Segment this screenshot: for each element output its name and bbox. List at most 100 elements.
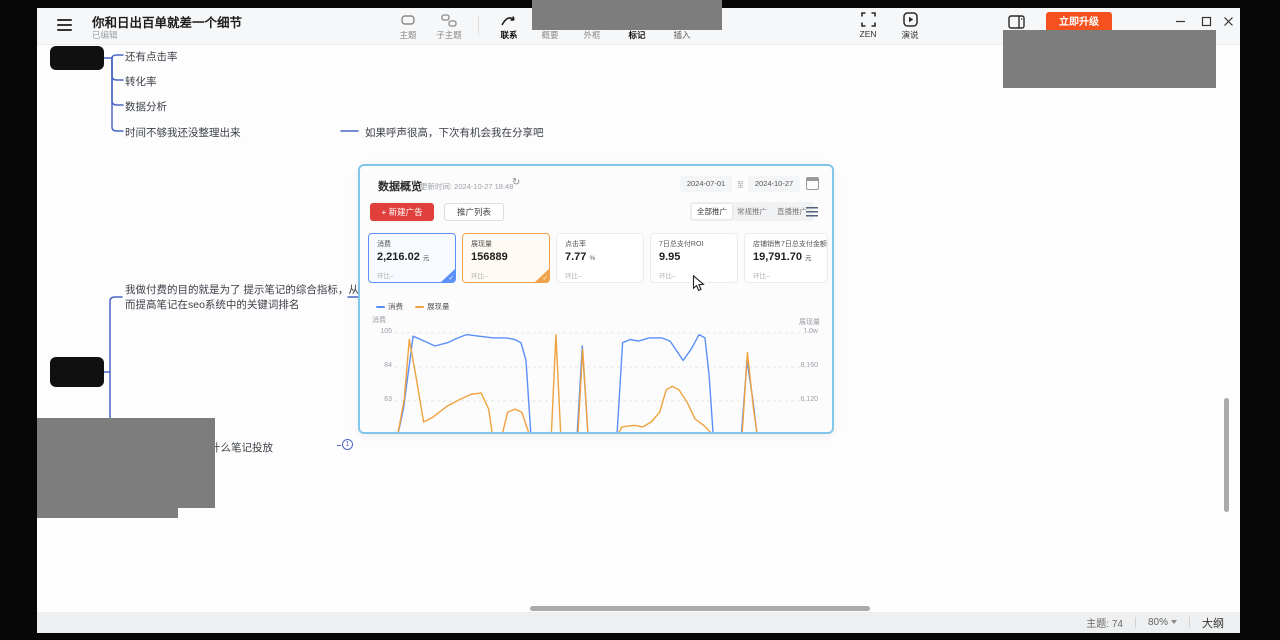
redaction-box: [532, 0, 722, 30]
app-window: 你和日出百单就差一个细节 已编辑 主题 子主题 联系 概要: [37, 8, 1240, 633]
statusbar: 主题: 74 80% 大纲: [37, 612, 1240, 633]
tool-summary-label: 概要: [528, 29, 572, 41]
date-from-field: 2024-07-01: [680, 176, 732, 192]
calendar-icon: [806, 177, 819, 190]
metric-value: 2,216.02 元: [377, 251, 429, 263]
mindmap-node-note-placement[interactable]: 什么笔记投放: [210, 440, 273, 455]
date-to-field: 2024-10-27: [748, 176, 800, 192]
metric-compare: 环比--: [753, 270, 770, 280]
y-tick: 84: [364, 362, 392, 369]
metric-label: 店铺销售7日总支付金额: [753, 239, 827, 249]
metric-label: 消费: [377, 239, 391, 249]
topic-icon: [386, 11, 430, 28]
y-tick-right: 6,120: [782, 396, 818, 403]
subtopic-icon: [427, 11, 471, 28]
mindmap-node-click-rate[interactable]: 还有点击率: [125, 49, 178, 64]
zen-icon: [846, 11, 890, 28]
legend-swatch-impressions: [415, 306, 424, 308]
refresh-icon: ↻: [512, 177, 520, 188]
metric-label: 7日总支付ROI: [659, 239, 703, 249]
mindmap-node-conversion-rate[interactable]: 转化率: [125, 74, 157, 89]
tool-marker-label: 标记: [615, 29, 659, 41]
metric-card-roi: 7日总支付ROI 9.95 环比-- ✓: [650, 233, 738, 283]
check-icon: ✓: [543, 274, 548, 282]
metric-label: 点击率: [565, 239, 586, 249]
chart-legend: 消费 展现量: [376, 301, 450, 312]
statusbar-divider: [1189, 617, 1190, 628]
metric-card-store-pay-amount: 店铺销售7日总支付金额 19,791.70 元 环比-- ✓: [744, 233, 828, 283]
metric-compare: 环比--: [471, 270, 488, 280]
panel-toggle-button[interactable]: [994, 13, 1038, 30]
chevron-down-icon: [1171, 620, 1177, 624]
metric-label: 展现量: [471, 239, 492, 249]
metric-value: 7.77 %: [565, 251, 595, 263]
tool-relation-button[interactable]: 联系: [487, 11, 531, 41]
zen-mode-button[interactable]: ZEN: [846, 11, 890, 39]
metric-compare: 环比--: [659, 270, 676, 280]
mindmap-node-not-enough-time[interactable]: 时间不够我还没整理出来: [125, 125, 241, 140]
metric-compare: 环比--: [377, 270, 394, 280]
right-axis-label: 展现量: [786, 317, 820, 327]
mindmap-node-share-note[interactable]: 如果呼声很高，下次有机会我在分享吧: [365, 125, 544, 140]
tool-boundary-label: 外框: [570, 29, 614, 41]
close-button[interactable]: [1215, 11, 1240, 31]
tool-topic-label: 主题: [386, 29, 430, 41]
mindmap-canvas[interactable]: 还有点击率 转化率 数据分析 时间不够我还没整理出来 如果呼声很高，下次有机会我…: [37, 45, 1240, 612]
badge-connector: [337, 445, 341, 446]
topic-count: 主题: 74: [1086, 615, 1123, 630]
redacted-topic-node[interactable]: [50, 357, 104, 387]
legend-swatch-spend: [376, 306, 385, 308]
metric-card-impressions: 展现量 156889 环比-- ✓: [462, 233, 550, 283]
tool-insert-label: 插入: [660, 29, 704, 41]
zen-label: ZEN: [846, 29, 890, 39]
redaction-box: [37, 508, 178, 518]
relation-icon: [487, 11, 531, 28]
dashboard-image-node[interactable]: 数据概览 更新时间: 2024-10-27 18:48 ↻ 2024-07-01…: [360, 166, 832, 432]
dashboard-title: 数据概览: [378, 178, 422, 194]
tool-relation-label: 联系: [487, 29, 531, 41]
left-axis-label: 消费: [372, 315, 386, 325]
metric-value: 156889: [471, 251, 508, 263]
y-tick: 105: [364, 328, 392, 335]
mindmap-node-paid-purpose[interactable]: 我做付费的目的就是为了 提示笔记的综合指标，从而提高笔记在seo系统中的关键词排…: [125, 283, 361, 313]
redacted-topic-node[interactable]: [50, 46, 104, 70]
mindmap-node-data-analysis[interactable]: 数据分析: [125, 99, 167, 114]
metric-compare: 环比--: [565, 270, 582, 280]
metric-card-spend: 消费 2,216.02 元 环比-- ✓: [368, 233, 456, 283]
present-button[interactable]: 演说: [888, 11, 932, 41]
redaction-box: [1003, 30, 1216, 88]
present-play-icon: [888, 11, 932, 28]
outline-toggle[interactable]: 大纲: [1202, 615, 1224, 631]
tab-regular-promo: 常规推广: [732, 204, 772, 219]
horizontal-scrollbar[interactable]: [530, 606, 870, 611]
sidebar-panel-icon: [994, 13, 1038, 30]
legend-label: 展现量: [427, 301, 450, 312]
dashboard-promo-list-button: 推广列表: [444, 203, 504, 221]
statusbar-divider: [1135, 617, 1136, 628]
legend-label: 消费: [388, 301, 403, 312]
redaction-box: [37, 418, 215, 508]
tool-subtopic-button[interactable]: 子主题: [427, 11, 471, 41]
check-icon: ✓: [449, 274, 454, 282]
minimize-button[interactable]: [1167, 11, 1193, 31]
dashboard-promo-tabs: 全部推广 常规推广 直播推广: [690, 202, 814, 221]
metric-value: 9.95: [659, 251, 680, 263]
y-tick-right: 8,160: [782, 362, 818, 369]
tool-topic-button[interactable]: 主题: [386, 11, 430, 41]
tab-all-promo: 全部推广: [692, 204, 732, 219]
y-tick: 63: [364, 396, 392, 403]
edit-status: 已编辑: [92, 29, 118, 41]
zoom-control[interactable]: 80%: [1148, 617, 1177, 628]
metric-card-ctr: 点击率 7.77 % 环比-- ✓: [556, 233, 644, 283]
date-separator: 至: [737, 180, 744, 190]
y-tick-right: 1.0w: [782, 328, 818, 335]
metric-value: 19,791.70 元: [753, 251, 812, 263]
tool-subtopic-label: 子主题: [427, 29, 471, 41]
hamburger-menu-button[interactable]: [57, 19, 73, 33]
toolbar-divider: [478, 16, 479, 35]
vertical-scrollbar[interactable]: [1224, 398, 1229, 512]
present-label: 演说: [888, 29, 932, 41]
list-view-icon: [806, 207, 818, 217]
relation-count-badge[interactable]: 1: [342, 439, 353, 450]
dashboard-new-ad-button: + 新建广告: [370, 203, 434, 221]
